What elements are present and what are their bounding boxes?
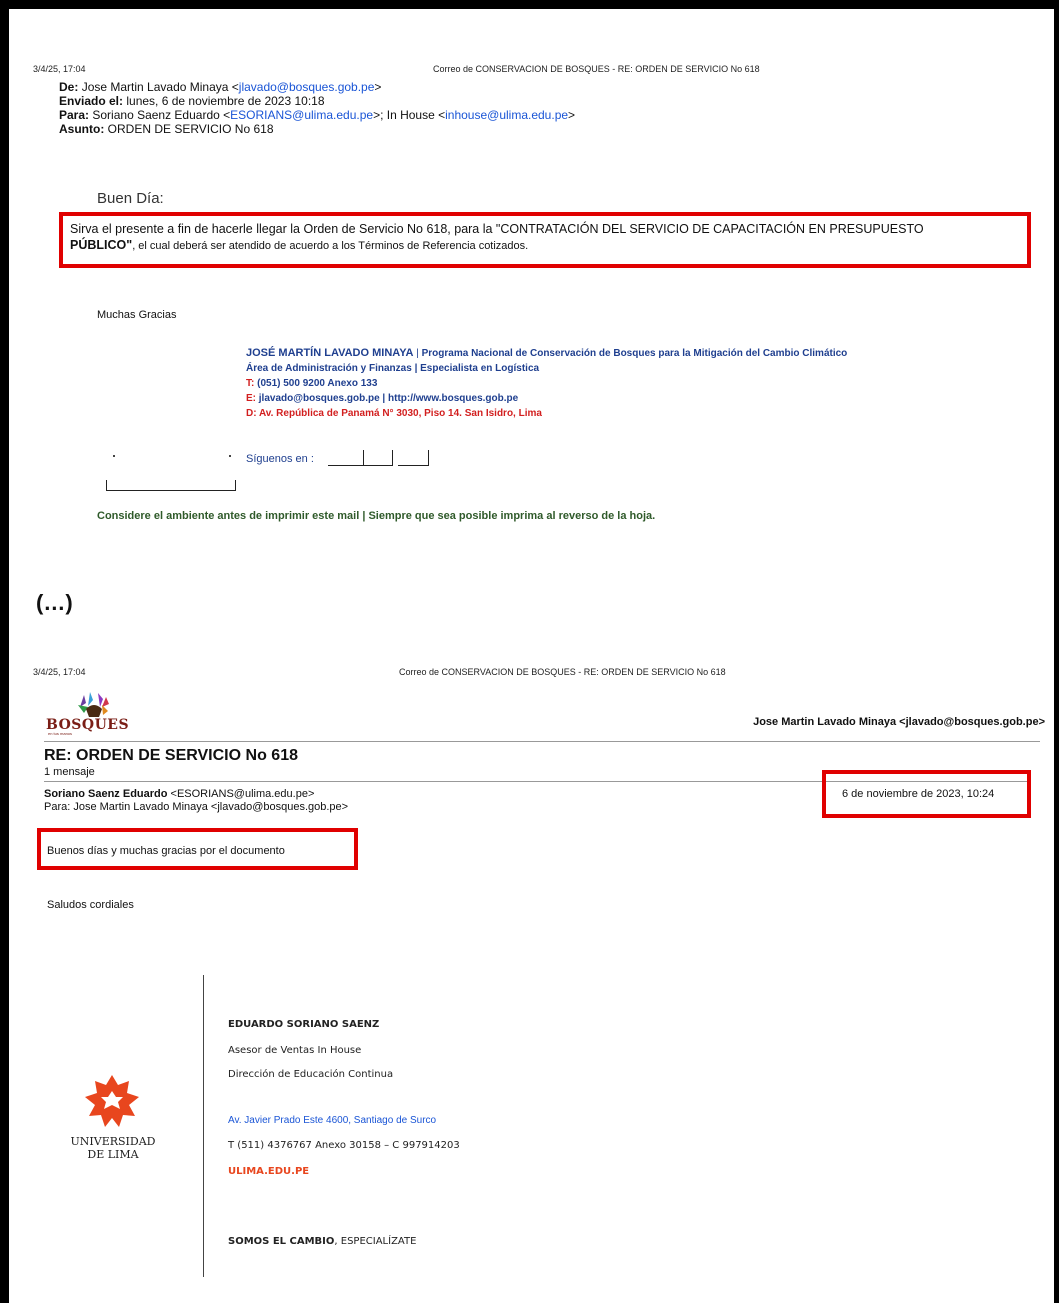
print-title: Correo de CONSERVACION DE BOSQUES - RE: … [433,64,760,74]
sig2-slogan: SOMOS EL CAMBIO, ESPECIALÍZATE [228,1236,417,1247]
sig-address: D: Av. República de Panamá N° 3030, Piso… [246,408,542,419]
sender-email: <ESORIANS@ulima.edu.pe> [167,788,315,800]
body-text: Sirva el presente a fin de hacerle llega… [70,221,924,254]
sig-area: Área de Administración y Finanzas | Espe… [246,363,540,374]
reply-closing: Saludos cordiales [47,899,134,911]
print-title-2: Correo de CONSERVACION DE BOSQUES - RE: … [399,667,726,677]
ulima-logo [85,1075,139,1129]
reply-body: Buenos días y muchas gracias por el docu… [47,845,285,857]
print-date: 3/4/25, 17:04 [33,64,86,74]
thanks: Muchas Gracias [97,309,177,321]
sig-name: JOSÉ MARTÍN LAVADO MINAYA [246,347,414,359]
body-line-2-bold: PÚBLICO" [70,238,133,252]
social-icon-placeholder[interactable] [328,450,364,466]
email-sent: Enviado el: lunes, 6 de noviembre de 202… [59,94,325,108]
follow-label: Síguenos en : [246,453,314,465]
bosques-logo-tagline: en tus manos [48,731,73,736]
divider [44,741,1040,742]
print-date-2: 3/4/25, 17:04 [33,667,86,677]
sig2-phone: T (511) 4376767 Anexo 30158 – C 99791420… [228,1140,460,1151]
footer-note: Considere el ambiente antes de imprimir … [97,510,656,522]
ulima-name: UNIVERSIDAD DE LIMA [70,1135,156,1161]
ellipsis-separator: (…) [36,590,73,615]
sig2-dept: Dirección de Educación Continua [228,1069,394,1080]
social-icon-placeholder[interactable] [364,450,393,466]
message-date: 6 de noviembre de 2023, 10:24 [842,788,995,800]
ulima-star-icon [85,1075,139,1127]
email-from: De: Jose Martin Lavado Minaya <jlavado@b… [59,80,382,94]
recipient: Para: Jose Martin Lavado Minaya <jlavado… [44,801,349,813]
body-line-2: , el cual deberá ser atendido de acuerdo… [132,240,529,252]
to-email-link-1[interactable]: ESORIANS@ulima.edu.pe [230,108,373,122]
signature-block: JOSÉ MARTÍN LAVADO MINAYA | Programa Nac… [246,347,848,419]
signature-divider [203,975,204,1277]
message-header: Soriano Saenz Eduardo <ESORIANS@ulima.ed… [44,788,348,814]
dot-mark [229,455,231,457]
sender-name: Soriano Saenz Eduardo [44,788,168,800]
social-icon-placeholder[interactable] [398,450,429,466]
sig2-address[interactable]: Av. Javier Prado Este 4600, Santiago de … [228,1115,436,1126]
to-email-link-2[interactable]: inhouse@ulima.edu.pe [445,108,568,122]
email-subject: Asunto: ORDEN DE SERVICIO No 618 [59,122,274,136]
sig2-website-link[interactable]: ULIMA.EDU.PE [228,1166,309,1177]
body-line-1: Sirva el presente a fin de hacerle llega… [70,222,924,236]
from-email-link[interactable]: jlavado@bosques.gob.pe [239,80,375,94]
greeting: Buen Día: [97,190,164,207]
account-header: Jose Martin Lavado Minaya <jlavado@bosqu… [753,716,1045,728]
dot-mark [113,455,115,457]
thread-subject: RE: ORDEN DE SERVICIO No 618 [44,747,298,764]
email-to: Para: Soriano Saenz Eduardo <ESORIANS@ul… [59,108,576,122]
bosques-logo: BOSQUES en tus manos [46,689,136,736]
message-count: 1 mensaje [44,766,95,778]
sig2-name: EDUARDO SORIANO SAENZ [228,1019,380,1030]
sig-email-link[interactable]: jlavado@bosques.gob.pe | http://www.bosq… [256,393,518,404]
sig2-role: Asesor de Ventas In House [228,1045,362,1056]
sig-phone: (051) 500 9200 Anexo 133 [254,378,378,389]
banner-image-placeholder [106,480,236,491]
sig-program: Programa Nacional de Conservación de Bos… [421,348,848,359]
